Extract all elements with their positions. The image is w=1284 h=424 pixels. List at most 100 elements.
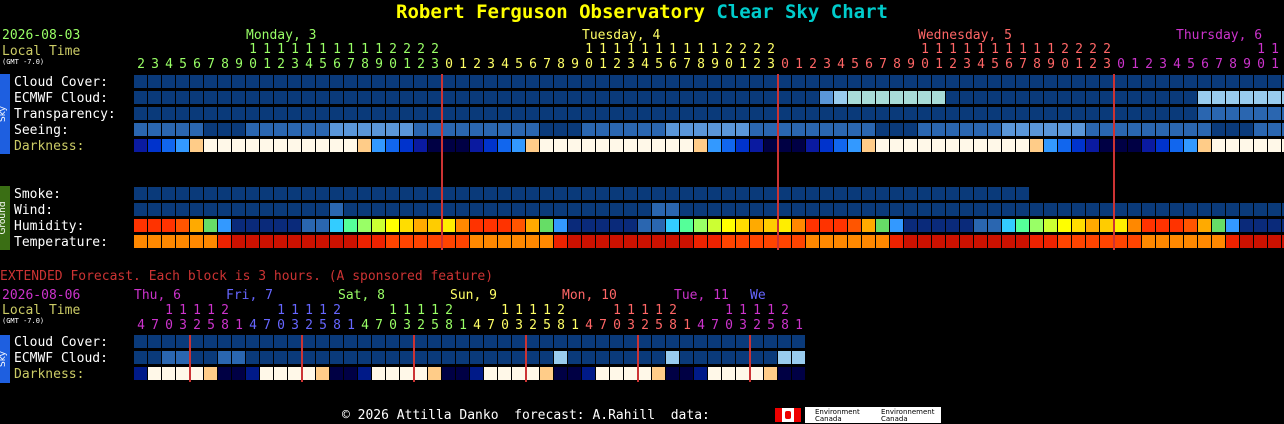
extended-cloud-block[interactable] bbox=[736, 335, 749, 348]
transparency-block[interactable] bbox=[204, 107, 217, 120]
ecmwf-cloud-block[interactable] bbox=[498, 91, 511, 104]
smoke-block[interactable] bbox=[974, 187, 987, 200]
seeing-block[interactable] bbox=[862, 123, 875, 136]
temperature-block[interactable] bbox=[190, 235, 203, 248]
humidity-block[interactable] bbox=[456, 219, 469, 232]
smoke-block[interactable] bbox=[694, 187, 707, 200]
transparency-block[interactable] bbox=[820, 107, 833, 120]
smoke-block[interactable] bbox=[330, 187, 343, 200]
seeing-block[interactable] bbox=[218, 123, 231, 136]
wind-block[interactable] bbox=[316, 203, 329, 216]
ecmwf-cloud-block[interactable] bbox=[568, 91, 581, 104]
transparency-block[interactable] bbox=[428, 107, 441, 120]
darkness-block[interactable] bbox=[540, 139, 553, 152]
extended-cloud-block[interactable] bbox=[652, 335, 665, 348]
wind-block[interactable] bbox=[694, 203, 707, 216]
temperature-block[interactable] bbox=[288, 235, 301, 248]
extended-ecmwf-block[interactable] bbox=[204, 351, 217, 364]
smoke-block[interactable] bbox=[596, 187, 609, 200]
wind-block[interactable] bbox=[176, 203, 189, 216]
transparency-block[interactable] bbox=[1072, 107, 1085, 120]
seeing-block[interactable] bbox=[876, 123, 889, 136]
darkness-block[interactable] bbox=[512, 139, 525, 152]
seeing-block[interactable] bbox=[834, 123, 847, 136]
extended-darkness-block[interactable] bbox=[624, 367, 637, 380]
humidity-block[interactable] bbox=[134, 219, 147, 232]
transparency-block[interactable] bbox=[568, 107, 581, 120]
darkness-block[interactable] bbox=[442, 139, 455, 152]
darkness-block[interactable] bbox=[848, 139, 861, 152]
extended-cloud-block[interactable] bbox=[274, 335, 287, 348]
ecmwf-cloud-block[interactable] bbox=[372, 91, 385, 104]
extended-cloud-block[interactable] bbox=[344, 335, 357, 348]
wind-block[interactable] bbox=[610, 203, 623, 216]
smoke-block[interactable] bbox=[554, 187, 567, 200]
temperature-block[interactable] bbox=[1254, 235, 1267, 248]
smoke-block[interactable] bbox=[946, 187, 959, 200]
cloud-cover-block[interactable] bbox=[246, 75, 259, 88]
cloud-cover-block[interactable] bbox=[316, 75, 329, 88]
ecmwf-cloud-block[interactable] bbox=[386, 91, 399, 104]
temperature-block[interactable] bbox=[652, 235, 665, 248]
darkness-block[interactable] bbox=[1016, 139, 1029, 152]
extended-cloud-block[interactable] bbox=[176, 335, 189, 348]
transparency-block[interactable] bbox=[708, 107, 721, 120]
wind-block[interactable] bbox=[372, 203, 385, 216]
cloud-cover-block[interactable] bbox=[162, 75, 175, 88]
transparency-block[interactable] bbox=[1226, 107, 1239, 120]
extended-ecmwf-block[interactable] bbox=[792, 351, 805, 364]
temperature-block[interactable] bbox=[1114, 235, 1127, 248]
darkness-block[interactable] bbox=[974, 139, 987, 152]
transparency-block[interactable] bbox=[988, 107, 1001, 120]
darkness-block[interactable] bbox=[1100, 139, 1113, 152]
temperature-block[interactable] bbox=[946, 235, 959, 248]
transparency-block[interactable] bbox=[582, 107, 595, 120]
temperature-block[interactable] bbox=[722, 235, 735, 248]
temperature-block[interactable] bbox=[386, 235, 399, 248]
extended-ecmwf-block[interactable] bbox=[428, 351, 441, 364]
cloud-cover-block[interactable] bbox=[932, 75, 945, 88]
wind-block[interactable] bbox=[1030, 203, 1043, 216]
ecmwf-cloud-block[interactable] bbox=[1030, 91, 1043, 104]
transparency-block[interactable] bbox=[218, 107, 231, 120]
seeing-block[interactable] bbox=[498, 123, 511, 136]
smoke-block[interactable] bbox=[960, 187, 973, 200]
ecmwf-cloud-block[interactable] bbox=[764, 91, 777, 104]
transparency-block[interactable] bbox=[610, 107, 623, 120]
transparency-block[interactable] bbox=[288, 107, 301, 120]
cloud-cover-block[interactable] bbox=[428, 75, 441, 88]
darkness-block[interactable] bbox=[680, 139, 693, 152]
wind-block[interactable] bbox=[1198, 203, 1211, 216]
extended-cloud-block[interactable] bbox=[288, 335, 301, 348]
humidity-block[interactable] bbox=[386, 219, 399, 232]
wind-block[interactable] bbox=[1128, 203, 1141, 216]
smoke-block[interactable] bbox=[148, 187, 161, 200]
temperature-block[interactable] bbox=[806, 235, 819, 248]
darkness-block[interactable] bbox=[428, 139, 441, 152]
ecmwf-cloud-block[interactable] bbox=[1002, 91, 1015, 104]
cloud-cover-block[interactable] bbox=[540, 75, 553, 88]
ecmwf-cloud-block[interactable] bbox=[1086, 91, 1099, 104]
darkness-block[interactable] bbox=[498, 139, 511, 152]
transparency-block[interactable] bbox=[1212, 107, 1225, 120]
temperature-block[interactable] bbox=[1044, 235, 1057, 248]
ecmwf-cloud-block[interactable] bbox=[666, 91, 679, 104]
wind-block[interactable] bbox=[932, 203, 945, 216]
cloud-cover-block[interactable] bbox=[1058, 75, 1071, 88]
temperature-block[interactable] bbox=[792, 235, 805, 248]
ecmwf-cloud-block[interactable] bbox=[1100, 91, 1113, 104]
transparency-block[interactable] bbox=[1044, 107, 1057, 120]
cloud-cover-block[interactable] bbox=[400, 75, 413, 88]
extended-darkness-block[interactable] bbox=[694, 367, 707, 380]
smoke-block[interactable] bbox=[568, 187, 581, 200]
seeing-block[interactable] bbox=[1016, 123, 1029, 136]
seeing-block[interactable] bbox=[1198, 123, 1211, 136]
wind-block[interactable] bbox=[890, 203, 903, 216]
smoke-block[interactable] bbox=[624, 187, 637, 200]
cloud-cover-block[interactable] bbox=[876, 75, 889, 88]
seeing-block[interactable] bbox=[470, 123, 483, 136]
humidity-block[interactable] bbox=[764, 219, 777, 232]
ecmwf-cloud-block[interactable] bbox=[792, 91, 805, 104]
transparency-block[interactable] bbox=[694, 107, 707, 120]
humidity-block[interactable] bbox=[960, 219, 973, 232]
